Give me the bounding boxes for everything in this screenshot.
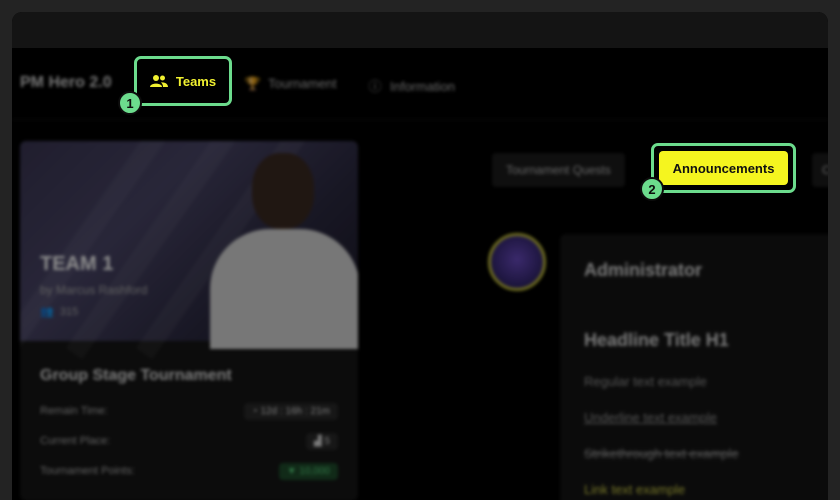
- post-underline-text: Underline text example: [584, 410, 717, 425]
- app-window: PM Hero 2.0 👥 Teams 🏆 Tournament ⓘ Informat…: [12, 12, 828, 500]
- teams-nav-button[interactable]: Teams: [134, 56, 232, 106]
- team-members: 👥 315: [40, 305, 78, 318]
- stat-value: ▼ 10,000: [278, 463, 338, 480]
- nav-item-information[interactable]: ⓘ Information: [366, 76, 455, 95]
- users-icon: [149, 75, 168, 87]
- podium-icon: ▟: [313, 436, 322, 447]
- tab-tournament-quests[interactable]: Tournament Quests: [492, 153, 625, 187]
- stat-label: Remain Time:: [40, 405, 108, 417]
- stat-tournament-points: Tournament Points: ▼ 10,000: [40, 463, 338, 485]
- members-count: 315: [59, 306, 79, 318]
- clock-icon: ◔: [251, 406, 258, 417]
- stat-label: Current Place:: [40, 435, 111, 447]
- trophy-icon: 🏆: [244, 76, 262, 91]
- team-card[interactable]: TEAM 1 by Marcus Rashford 👥 315 Group St…: [20, 141, 358, 500]
- app-logo: PM Hero 2.0: [20, 74, 112, 91]
- title-bar: [12, 12, 828, 48]
- post-strike-text: Strikethrough text example: [584, 446, 739, 461]
- stat-current-place: Current Place: ▟ 5: [40, 433, 338, 455]
- post-headline: Headline Title H1: [584, 330, 729, 350]
- post-author: Administrator: [584, 260, 703, 280]
- stat-value-text: 5: [324, 436, 330, 447]
- nav-item-information-label: Information: [390, 79, 456, 94]
- nav-item-tournament[interactable]: 🏆 Tournament: [244, 76, 337, 92]
- info-icon: ⓘ: [368, 79, 382, 94]
- stat-value: ▟ 5: [305, 433, 338, 450]
- stat-value: ◔ 12d : 16h : 21m: [243, 403, 338, 420]
- teams-button-label: Teams: [175, 73, 217, 89]
- nav-item-tournament-label: Tournament: [268, 76, 337, 91]
- team-hero-image: TEAM 1 by Marcus Rashford 👥 315: [20, 141, 358, 349]
- team-name: TEAM 1: [40, 253, 114, 275]
- members-icon: 👥: [40, 306, 54, 318]
- team-owner: by Marcus Rashford: [40, 283, 148, 297]
- tournament-title: Group Stage Tournament: [40, 367, 232, 384]
- stat-remain-time: Remain Time: ◔ 12d : 16h : 21m: [40, 403, 338, 425]
- trophy-small-icon: ▼: [286, 466, 297, 477]
- announcements-tab[interactable]: Announcements: [651, 143, 796, 193]
- post-regular-text: Regular text example: [584, 374, 707, 389]
- stat-value-text: 12d : 16h : 21m: [260, 406, 331, 417]
- step-marker-1: 1: [118, 91, 142, 115]
- player-image: [210, 229, 358, 349]
- avatar: [488, 233, 546, 291]
- tab-more[interactable]: Co: [812, 153, 828, 187]
- stat-value-text: 10,000: [299, 466, 330, 477]
- post-link-text[interactable]: Link text example: [584, 482, 685, 497]
- announcement-post: Administrator Headline Title H1 Regular …: [560, 234, 828, 500]
- blurred-page-content: PM Hero 2.0 👥 Teams 🏆 Tournament ⓘ Informat…: [12, 48, 828, 500]
- step-marker-2: 2: [640, 177, 664, 201]
- player-head: [252, 153, 314, 229]
- stat-label: Tournament Points:: [40, 465, 135, 477]
- announcements-tab-label: Announcements: [659, 151, 788, 185]
